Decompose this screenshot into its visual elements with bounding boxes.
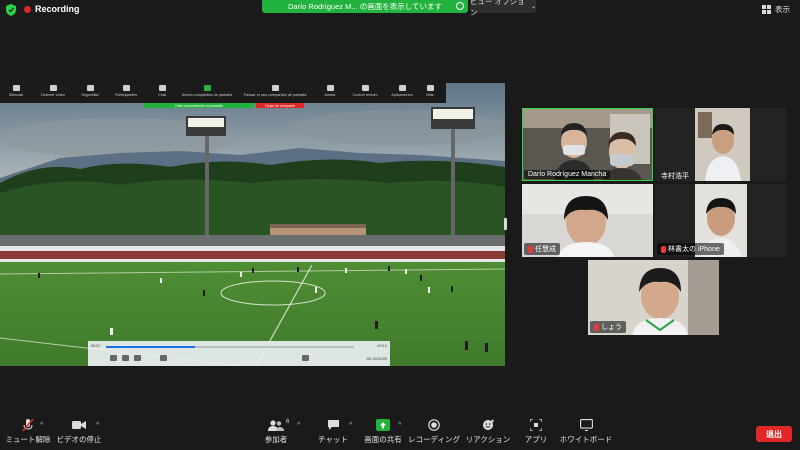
gallery-grid-icon [762, 5, 771, 14]
forward-icon[interactable] [134, 355, 141, 361]
chevron-up-icon[interactable]: ^ [297, 422, 300, 429]
microphone-muted-icon [22, 418, 34, 432]
chat-icon [327, 418, 340, 432]
mini-share-banner[interactable]: Está compartiendo la pantalla [144, 103, 254, 108]
participant-name: しょう [601, 324, 622, 331]
zoom-meeting-window: Recording Darío Rodríguez M... の画面を表示してい… [0, 0, 800, 450]
mini-toolbar-item[interactable]: Aplicaciones [384, 85, 420, 97]
chevron-up-icon[interactable]: ^ [40, 422, 43, 429]
share-banner-text: Darío Rodríguez M... の画面を表示しています [288, 2, 442, 11]
player-progress-bar[interactable] [106, 346, 354, 348]
player-time-bottom: -00:12/00:20 [365, 357, 387, 361]
participant-tile[interactable]: Darío Rodríguez Mancha [522, 108, 653, 181]
mini-toolbar-item[interactable]: Más [420, 85, 440, 97]
display-button[interactable]: 表示 [762, 4, 790, 15]
participant-name: 任慧成 [535, 246, 556, 253]
muted-microphone-icon [528, 245, 533, 253]
volume-icon[interactable] [302, 355, 309, 361]
mini-toolbar-item[interactable]: Participantes [106, 85, 146, 97]
mini-toolbar-item[interactable]: Detener vídeo [32, 85, 74, 97]
fullscreen-icon[interactable] [160, 355, 167, 361]
participant-name-tag: 任慧成 [524, 243, 560, 255]
top-bar: Recording Darío Rodríguez M... の画面を表示してい… [0, 0, 800, 20]
mini-toolbar-item[interactable]: Anotar [314, 85, 346, 97]
apps-icon [530, 418, 542, 432]
muted-microphone-icon [594, 323, 599, 331]
participant-name: 林書太の iPhone [668, 246, 720, 253]
mini-toolbar-item[interactable]: Nuevo compartido de pantalla [178, 85, 236, 97]
record-icon [428, 418, 440, 432]
screen-share-banner[interactable]: Darío Rodríguez M... の画面を表示しています [262, 0, 468, 13]
participant-tile[interactable]: 林書太の iPhone [655, 184, 786, 257]
player-progress-fill [106, 346, 196, 348]
panel-resize-handle[interactable] [504, 218, 507, 230]
recording-label: Recording [35, 4, 80, 14]
participants-count: 6 [286, 419, 290, 425]
player-time-right: -00:12 [376, 344, 387, 348]
apps-button[interactable]: アプリ [524, 418, 548, 445]
mini-stop-share-button[interactable]: Dejar de compartir [256, 103, 304, 108]
stop-video-button[interactable]: ビデオの停止 [57, 418, 102, 445]
chevron-up-icon[interactable]: ^ [96, 422, 99, 429]
whiteboard-icon [579, 418, 593, 432]
shared-screen[interactable]: Silenciar Detener vídeo Seguridad Partic… [0, 83, 505, 366]
shield-icon[interactable] [6, 4, 16, 16]
mini-toolbar-item[interactable]: Silenciar [0, 85, 32, 97]
meeting-toolbar: ミュート解除 ^ ビデオの停止 ^ 参加者 6 ^ チャット ^ 画面の共有 ^… [0, 418, 800, 450]
leave-button[interactable]: 退出 [756, 426, 792, 442]
recording-indicator[interactable]: Recording [24, 4, 80, 14]
rewind-icon[interactable] [110, 355, 117, 361]
participant-name-tag: しょう [590, 321, 626, 333]
chevron-up-icon[interactable]: ^ [349, 422, 352, 429]
reaction-button[interactable]: リアクション [466, 418, 510, 445]
participant-name-tag: 林書太の iPhone [657, 243, 724, 255]
chat-button[interactable]: チャット [318, 418, 348, 445]
participant-name-tag: Darío Rodríguez Mancha [524, 170, 611, 179]
record-button[interactable]: レコーディング [408, 418, 460, 445]
participants-button[interactable]: 参加者 [265, 418, 287, 445]
participants-icon [268, 418, 284, 432]
smiley-plus-icon [482, 418, 495, 432]
mini-toolbar-item[interactable]: Pausar el uso compartido de pantalla [236, 85, 314, 97]
chevron-down-icon: ⌄ [530, 4, 536, 10]
mini-toolbar-item[interactable]: Control remoto [346, 85, 384, 97]
presenter-toolbar: Silenciar Detener vídeo Seguridad Partic… [0, 83, 446, 103]
video-player-controls[interactable]: 00:07 -00:12 -00:12/00:20 [88, 341, 390, 366]
display-label: 表示 [775, 5, 790, 14]
share-screen-icon [376, 418, 390, 432]
stop-viewing-icon[interactable] [456, 2, 464, 10]
whiteboard-button[interactable]: ホワイトボード [560, 418, 612, 445]
share-screen-button[interactable]: 画面の共有 [364, 418, 402, 445]
mini-toolbar-item[interactable]: Chat [146, 85, 178, 97]
view-options-label: ビュー オプション [470, 0, 525, 17]
chevron-up-icon[interactable]: ^ [398, 422, 401, 429]
participant-tile[interactable]: しょう [588, 260, 719, 335]
mini-toolbar-item[interactable]: Seguridad [74, 85, 106, 97]
video-camera-icon [72, 418, 86, 432]
football-stadium-image [0, 83, 505, 366]
play-icon[interactable] [122, 355, 129, 361]
participant-name: 寺村浩平 [661, 173, 689, 180]
player-time-left: 00:07 [91, 344, 101, 348]
participant-name: Darío Rodríguez Mancha [528, 171, 607, 178]
muted-microphone-icon [661, 245, 666, 253]
participant-tile[interactable]: 任慧成 [522, 184, 653, 257]
view-options-button[interactable]: ビュー オプション ⌄ [470, 0, 536, 17]
recording-dot-icon [24, 5, 31, 13]
